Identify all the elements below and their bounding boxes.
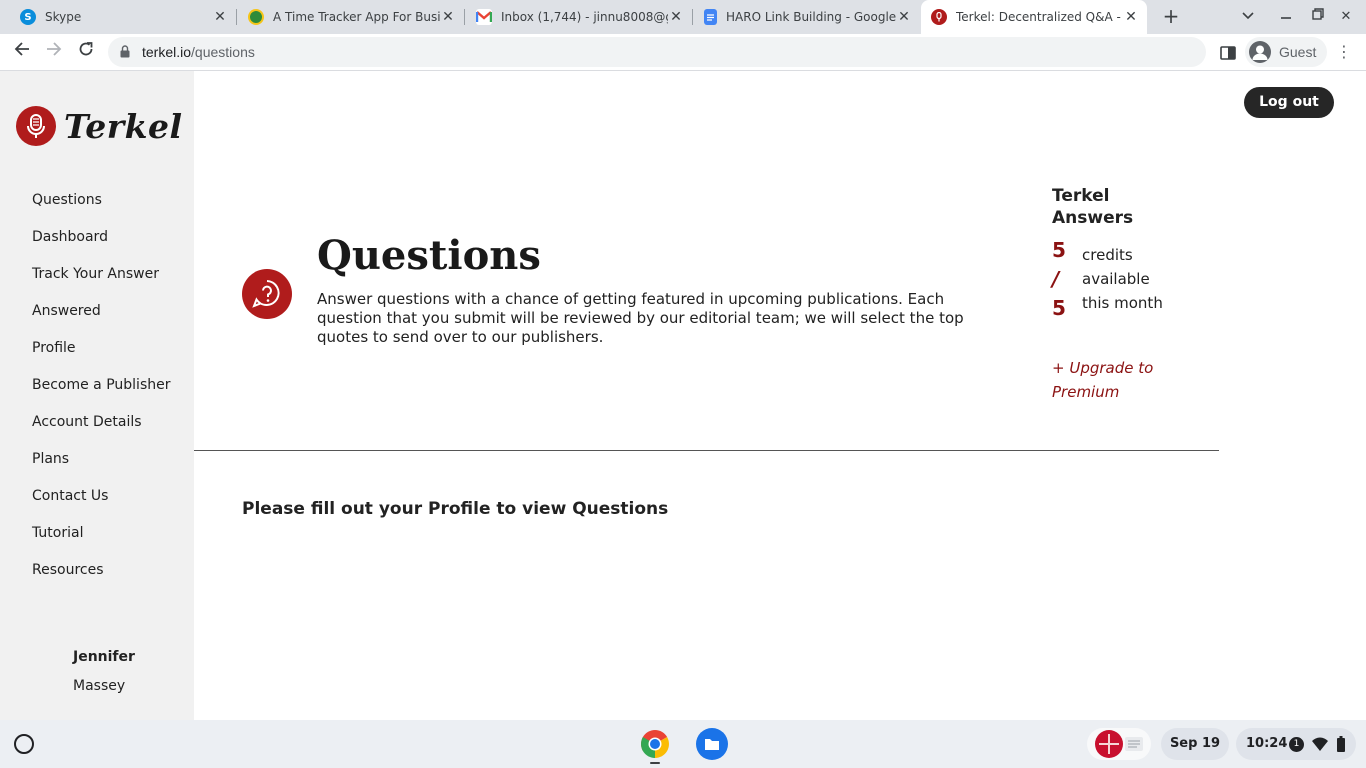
terkel-icon <box>931 9 947 25</box>
reload-icon[interactable] <box>72 38 100 66</box>
tab-terkel[interactable]: Terkel: Decentralized Q&A - An ✕ <box>921 0 1147 34</box>
tab-separator <box>464 9 465 25</box>
page-content: Terkel Questions Dashboard Track Your An… <box>0 71 1366 720</box>
close-icon[interactable]: ✕ <box>896 9 912 25</box>
close-icon[interactable]: ✕ <box>668 9 684 25</box>
user-last-name: Massey <box>73 678 126 694</box>
address-bar[interactable]: terkel.io/questions <box>108 37 1206 67</box>
wifi-icon <box>1312 737 1328 751</box>
launcher-icon[interactable] <box>14 734 34 754</box>
page-description: Answer questions with a chance of gettin… <box>317 290 964 346</box>
google-docs-icon <box>704 9 717 25</box>
files-app-icon[interactable] <box>696 728 728 760</box>
page-title: Questions <box>317 232 541 279</box>
date-display[interactable]: Sep 19 <box>1161 728 1229 760</box>
tab-search-chevron-icon[interactable] <box>1236 5 1260 29</box>
terkel-logo[interactable]: Terkel <box>16 106 183 146</box>
tab-gmail[interactable]: Inbox (1,744) - jinnu8008@gm ✕ <box>466 0 692 34</box>
credits-total-count: 5 <box>1052 296 1066 320</box>
credits-available-count: 5 <box>1052 238 1066 262</box>
restore-icon[interactable] <box>1306 5 1330 29</box>
nav-answered[interactable]: Answered <box>32 303 101 319</box>
nav-dashboard[interactable]: Dashboard <box>32 229 108 245</box>
credits-label: credits <box>1082 246 1133 264</box>
battery-icon <box>1337 736 1345 752</box>
clock: 10:24 <box>1246 736 1288 751</box>
os-shelf: Sep 19 10:24 1 <box>0 720 1366 768</box>
close-icon[interactable]: ✕ <box>440 9 456 25</box>
minimize-icon[interactable] <box>1274 5 1298 29</box>
upgrade-to-premium-link[interactable]: + Upgrade to Premium <box>1052 356 1172 404</box>
kebab-menu-icon[interactable]: ⋮ <box>1334 40 1354 64</box>
tab-title: Terkel: Decentralized Q&A - An <box>956 10 1123 24</box>
close-icon[interactable]: ✕ <box>1123 9 1139 25</box>
tab-title: Inbox (1,744) - jinnu8008@gm <box>501 10 668 24</box>
tab-separator <box>692 9 693 25</box>
url-text: terkel.io/questions <box>142 44 255 60</box>
nav-questions[interactable]: Questions <box>32 192 102 208</box>
microphone-logo-icon <box>16 106 56 146</box>
timetracker-icon <box>248 9 264 25</box>
tab-skype[interactable]: S Skype ✕ <box>10 0 236 34</box>
holding-space-tray[interactable] <box>1087 728 1151 760</box>
tab-google-docs[interactable]: HARO Link Building - Google D ✕ <box>694 0 920 34</box>
forward-arrow-icon[interactable] <box>40 38 68 66</box>
nav-contact-us[interactable]: Contact Us <box>32 488 108 504</box>
this-month-label: this month <box>1082 294 1163 312</box>
user-first-name: Jennifer <box>73 649 135 665</box>
close-icon[interactable]: ✕ <box>212 9 228 25</box>
gmail-icon <box>476 9 492 25</box>
tab-separator <box>236 9 237 25</box>
skype-icon: S <box>20 9 36 25</box>
profile-label: Guest <box>1279 44 1317 60</box>
new-tab-button[interactable]: + <box>1159 5 1183 29</box>
sidebar: Terkel Questions Dashboard Track Your An… <box>0 71 194 720</box>
credits-title: Terkel Answers <box>1052 186 1134 228</box>
nav-plans[interactable]: Plans <box>32 451 69 467</box>
tab-title: HARO Link Building - Google D <box>726 10 896 24</box>
profile-button[interactable]: Guest <box>1245 37 1327 67</box>
lock-icon <box>120 45 130 58</box>
logo-wordmark: Terkel <box>64 106 183 146</box>
close-window-icon[interactable]: ✕ <box>1334 5 1358 29</box>
profile-required-notice: Please fill out your Profile to view Que… <box>242 499 669 519</box>
running-indicator <box>650 762 660 764</box>
back-arrow-icon[interactable] <box>8 38 36 66</box>
credits-separator: / <box>1052 267 1060 291</box>
side-panel-icon[interactable] <box>1217 42 1239 64</box>
question-chat-icon <box>242 269 292 319</box>
nav-profile[interactable]: Profile <box>32 340 76 356</box>
nav-become-a-publisher[interactable]: Become a Publisher <box>32 377 170 393</box>
nav-account-details[interactable]: Account Details <box>32 414 142 430</box>
available-label: available <box>1082 270 1150 288</box>
nav-tutorial[interactable]: Tutorial <box>32 525 83 541</box>
chrome-app-icon[interactable] <box>639 728 671 760</box>
section-divider <box>194 450 1219 451</box>
nav-track-your-answer[interactable]: Track Your Answer <box>32 266 159 282</box>
nav-resources[interactable]: Resources <box>32 562 104 578</box>
guest-avatar-icon <box>1249 41 1271 63</box>
tab-title: A Time Tracker App For Busin <box>273 10 440 24</box>
notification-badge: 1 <box>1289 737 1304 752</box>
logout-button[interactable]: Log out <box>1244 87 1334 118</box>
browser-toolbar: terkel.io/questions Guest ⋮ <box>0 34 1366 71</box>
browser-tab-strip: S Skype ✕ A Time Tracker App For Busin ✕… <box>0 0 1366 34</box>
tab-time-tracker[interactable]: A Time Tracker App For Busin ✕ <box>238 0 464 34</box>
system-status-area[interactable]: 10:24 1 <box>1236 728 1356 760</box>
tab-title: Skype <box>45 10 82 24</box>
